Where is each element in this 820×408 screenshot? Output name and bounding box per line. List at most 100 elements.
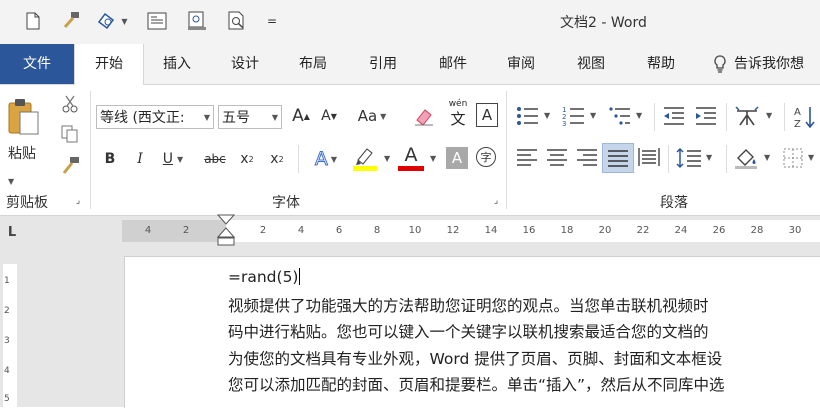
character-border-button[interactable]: A (476, 103, 498, 127)
customize-qat-button[interactable]: = (264, 8, 280, 34)
chinese-layout-button[interactable]: ▼ (734, 105, 778, 129)
divider (726, 145, 727, 173)
text-effects-button[interactable]: A ▼ (306, 145, 346, 173)
subscript-button[interactable]: x2 (236, 147, 258, 171)
tab-mailings[interactable]: 邮件 (422, 44, 484, 84)
tab-references[interactable]: 引用 (352, 44, 414, 84)
clipboard-launcher-icon[interactable]: ⌟ (72, 195, 84, 207)
sort-icon[interactable]: AZ (794, 105, 818, 130)
tell-me-search[interactable]: 告诉我你想 (734, 44, 820, 84)
line-spacing-icon (676, 147, 701, 169)
font-color-button[interactable]: A ▼ (398, 145, 442, 173)
format-painter-brush-icon[interactable] (58, 155, 82, 177)
borders-button[interactable]: ▼ (782, 147, 820, 171)
font-group-label: 字体 (272, 195, 300, 211)
shrink-font-button[interactable]: A ▼ (318, 103, 340, 129)
italic-button[interactable]: I (130, 147, 150, 171)
print-preview-icon[interactable] (144, 8, 170, 34)
cut-icon[interactable] (58, 93, 82, 115)
chevron-down-icon: ▼ (203, 113, 210, 122)
font-family-value: 等线 (西文正: (100, 110, 185, 126)
align-left-icon[interactable] (516, 147, 540, 171)
tab-review[interactable]: 审阅 (490, 44, 552, 84)
paste-dropdown[interactable]: ▼ (8, 169, 14, 188)
touch-mode-icon[interactable]: ▼ (92, 8, 132, 34)
distributed-align-icon[interactable] (638, 147, 662, 171)
tab-file[interactable]: 文件 (0, 44, 74, 84)
ruler-tick: 24 (674, 225, 688, 236)
ruler-tick: 22 (636, 225, 650, 236)
font-size-combobox[interactable]: 五号 ▼ (218, 105, 282, 129)
document-line[interactable]: =rand(5) (228, 268, 301, 286)
bold-button[interactable]: B (100, 147, 120, 171)
indent-marker-handle[interactable] (215, 214, 237, 252)
align-right-icon[interactable] (576, 147, 600, 171)
document-line[interactable]: 码中进行粘贴。您也可以键入一个关键字以联机搜索最适合您的文档的 (228, 320, 709, 342)
phonetic-guide-pinyin: wén (448, 99, 468, 109)
bullets-button[interactable]: ▼ (516, 105, 556, 129)
svg-text:3: 3 (562, 120, 566, 127)
tab-layout[interactable]: 布局 (282, 44, 344, 84)
vertical-ruler-tick: 1 (4, 276, 10, 286)
strikethrough-button[interactable]: abc (200, 147, 230, 171)
document-line[interactable]: 视频提供了功能强大的方法帮助您证明您的观点。当您单击联机视频时 (228, 294, 709, 316)
divider (668, 145, 669, 173)
enclose-characters-button[interactable]: 字 (476, 147, 496, 167)
ruler-tick: 30 (788, 225, 802, 236)
multilevel-list-button[interactable]: ▼ (608, 105, 648, 129)
numbering-icon: 123 (562, 106, 584, 128)
paste-icon[interactable] (6, 97, 40, 137)
phonetic-guide-button[interactable]: wén 文 (444, 99, 472, 131)
tab-help[interactable]: 帮助 (630, 44, 692, 84)
grow-font-button[interactable]: A ▲ (290, 103, 312, 129)
clipboard-group-label: 剪贴板 (6, 195, 48, 211)
tab-insert[interactable]: 插入 (146, 44, 208, 84)
ribbon-tabs: 文件 开始 插入 设计 布局 引用 邮件 审阅 视图 帮助 告诉我你想 (0, 44, 820, 85)
document-line[interactable]: 您可以添加匹配的封面、页眉和提要栏。单击“插入”，然后从不同库中选 (228, 373, 725, 395)
vertical-ruler[interactable]: 1 2 3 4 5 (0, 256, 20, 407)
multilevel-list-icon (609, 107, 630, 125)
bullets-icon (517, 107, 538, 125)
group-divider (90, 91, 91, 209)
format-painter-icon[interactable] (56, 8, 84, 34)
change-case-button[interactable]: Aa ▼ (352, 103, 392, 129)
font-size-value: 五号 (222, 110, 250, 126)
align-center-icon[interactable] (546, 147, 570, 171)
shading-button[interactable]: ▼ (734, 147, 776, 171)
window-title: 文档2 - Word (560, 15, 647, 31)
line-spacing-button[interactable]: ▼ (676, 147, 718, 171)
paragraph-group-label: 段落 (660, 195, 688, 211)
underline-button[interactable]: U ▼ (156, 147, 190, 171)
divider (654, 103, 655, 131)
ruler-tick: 10 (408, 225, 422, 236)
tab-view[interactable]: 视图 (560, 44, 622, 84)
copy-icon[interactable] (58, 123, 82, 145)
divider (784, 103, 785, 131)
character-shading-button[interactable]: A (446, 147, 468, 169)
numbering-button[interactable]: 123 ▼ (562, 105, 602, 129)
clear-formatting-icon[interactable] (412, 103, 436, 129)
new-document-icon[interactable] (20, 8, 46, 34)
decrease-indent-icon[interactable] (662, 105, 686, 129)
tab-home[interactable]: 开始 (74, 44, 144, 85)
paste-button[interactable]: 粘贴 (8, 143, 36, 163)
group-divider (506, 91, 507, 209)
svg-text:Z: Z (794, 119, 801, 129)
highlight-color-button[interactable]: ▼ (352, 145, 396, 173)
read-mode-icon[interactable] (184, 8, 210, 34)
ruler-tick: 26 (712, 225, 726, 236)
vertical-ruler-tick: 2 (4, 306, 10, 316)
font-family-combobox[interactable]: 等线 (西文正: ▼ (96, 105, 214, 129)
increase-indent-icon[interactable] (694, 105, 718, 129)
document-line[interactable]: 为使您的文档具有专业外观，Word 提供了页眉、页脚、封面和文本框设 (228, 347, 722, 369)
search-document-icon[interactable] (224, 8, 250, 34)
font-launcher-icon[interactable]: ⌟ (490, 195, 502, 207)
document-gutter (20, 256, 124, 407)
ruler-tick: 12 (446, 225, 460, 236)
tab-design[interactable]: 设计 (214, 44, 276, 84)
justify-button[interactable] (602, 143, 634, 173)
text-cursor (299, 268, 301, 285)
paint-bucket-icon (735, 149, 757, 169)
superscript-button[interactable]: x2 (266, 147, 288, 171)
tab-selector-button[interactable]: L (4, 224, 20, 240)
